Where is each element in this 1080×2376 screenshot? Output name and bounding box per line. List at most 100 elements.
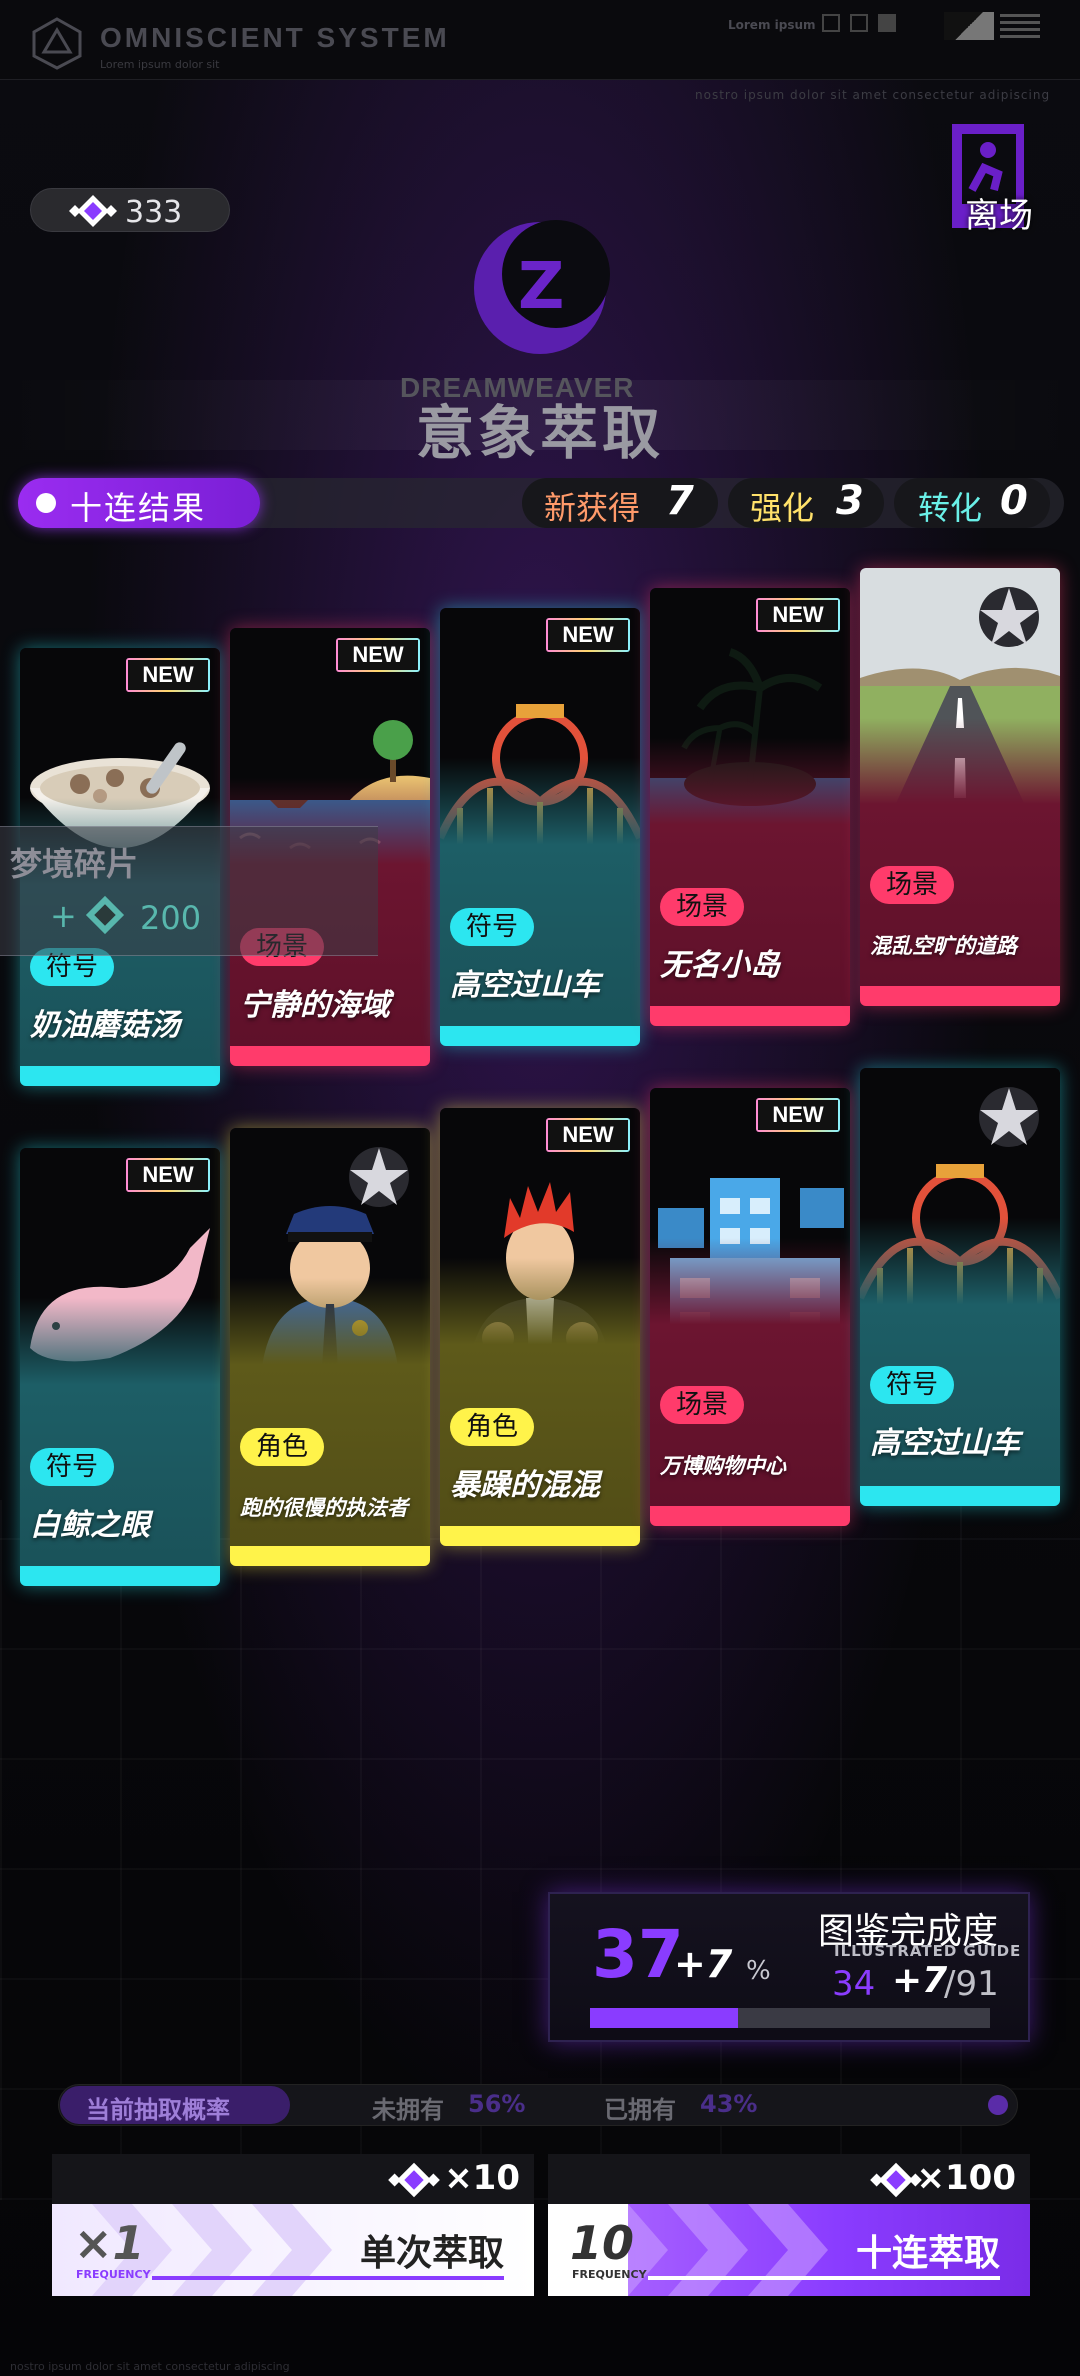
stat-label: 强化 (750, 489, 815, 527)
upgrade-star-icon (979, 587, 1039, 647)
card-tag: 角色 (240, 1428, 325, 1466)
window-fill-icon (878, 14, 896, 32)
dream-crystal-icon (69, 195, 117, 227)
draw-cost-value: ×100 (916, 2158, 1016, 2198)
fragment-plus: + (50, 897, 77, 935)
card-name: 白鲸之眼 (30, 1508, 150, 1543)
dream-crystal-icon (388, 2162, 440, 2198)
card-rarity-bar (860, 1486, 1060, 1506)
rate-indicator-dot (988, 2095, 1008, 2115)
signal-icon (944, 12, 994, 40)
window-close-icon (850, 14, 868, 32)
draw-frequency-label: FREQUENCY (572, 2268, 647, 2281)
card-rarity-bar (230, 1046, 430, 1066)
illustrated-guide-panel[interactable]: 37 +7 % 图鉴完成度 ILLUSTRATED GUIDE 34 +7 /9… (548, 1892, 1030, 2042)
card-white-whale[interactable]: NEW 符号 白鲸之眼 (20, 1148, 220, 1586)
card-tag: 场景 (660, 888, 745, 926)
upgrade-star-icon (979, 1087, 1039, 1147)
menu-lines-icon (1000, 14, 1040, 38)
currency-amount: 333 (125, 195, 183, 230)
new-badge: NEW (756, 1098, 840, 1132)
card-tag: 符号 (870, 1366, 955, 1404)
card-rarity-bar (650, 1006, 850, 1026)
guide-percent-gain: +7 (674, 1942, 733, 1986)
single-draw-button[interactable]: ×10 ×1 FREQUENCY 单次萃取 (52, 2154, 534, 2296)
ten-draw-button[interactable]: ×100 10 FREQUENCY 十连萃取 (548, 2154, 1030, 2296)
stat-enhance: 强化 3 (728, 478, 884, 528)
card-name: 高空过山车 (450, 968, 600, 1003)
upgrade-star-icon (349, 1147, 409, 1207)
rate-unowned-label: 未拥有 (372, 2096, 444, 2124)
card-name: 跑的很慢的执法者 (240, 1496, 408, 1520)
fragment-amount: 200 (140, 899, 202, 937)
card-shopping-mall[interactable]: NEW 场景 万博购物中心 (650, 1088, 850, 1526)
fragment-title: 梦境碎片 (10, 845, 139, 883)
card-name: 混乱空旷的道路 (870, 934, 1017, 958)
card-tag: 符号 (30, 1448, 115, 1486)
stat-label: 转化 (918, 489, 983, 527)
guide-progress-track (590, 2008, 990, 2028)
guide-progress-fill (590, 2008, 738, 2028)
card-nameless-island[interactable]: NEW 场景 无名小岛 (650, 588, 850, 1026)
guide-subtitle: ILLUSTRATED GUIDE (834, 1942, 1022, 1960)
system-title: OMNISCIENT SYSTEM (100, 22, 450, 53)
dreamweaver-emblem-icon: Z (474, 220, 610, 354)
card-tag: 符号 (450, 908, 535, 946)
new-badge: NEW (756, 598, 840, 632)
new-badge: NEW (126, 658, 210, 692)
draw-cost-value: ×10 (444, 2158, 520, 2198)
card-police-officer[interactable]: 角色 跑的很慢的执法者 (230, 1128, 430, 1566)
guide-percent: 37 (592, 1916, 684, 1993)
card-tag: 场景 (660, 1386, 745, 1424)
new-badge: NEW (546, 1118, 630, 1152)
draw-underline (648, 2276, 1000, 2280)
draw-cost: ×100 (548, 2154, 1030, 2204)
stat-value: 3 (836, 478, 864, 524)
card-rarity-bar (650, 1506, 850, 1526)
card-tag: 场景 (870, 866, 955, 904)
draw-frequency: ×1 (74, 2216, 145, 2270)
card-empty-road[interactable]: 场景 混乱空旷的道路 (860, 568, 1060, 1006)
new-badge: NEW (546, 618, 630, 652)
card-name: 无名小岛 (660, 948, 780, 983)
card-roller-coaster[interactable]: NEW 符号 高空过山车 (440, 608, 640, 1046)
card-name: 暴躁的混混 (450, 1468, 600, 1503)
card-name: 宁静的海域 (240, 988, 390, 1023)
draw-frequency-label: FREQUENCY (76, 2268, 151, 2281)
guide-count-gain: +7 (892, 1960, 948, 2001)
guide-percent-sign: % (746, 1956, 771, 1986)
stat-value: 7 (666, 478, 694, 524)
stat-convert: 转化 0 (894, 478, 1050, 528)
card-punk[interactable]: NEW 角色 暴躁的混混 (440, 1108, 640, 1546)
currency-display: 333 (30, 188, 230, 232)
system-ticker: nostro ipsum dolor sit amet consectetur … (695, 88, 1051, 102)
card-name: 高空过山车 (870, 1426, 1020, 1461)
stat-label: 新获得 (544, 489, 641, 527)
draw-rate-label: 当前抽取概率 (86, 2096, 230, 2124)
system-subtitle: Lorem ipsum dolor sit (100, 58, 220, 71)
dream-crystal-icon (85, 895, 125, 935)
results-label: 十连结果 (70, 489, 207, 527)
window-square-icon (822, 14, 840, 32)
exit-button[interactable]: 离场 (965, 188, 1033, 237)
draw-frequency: 10 (570, 2216, 635, 2270)
guide-count: 34 (832, 1964, 876, 2004)
dream-fragment-toast: 梦境碎片 + 200 (0, 826, 378, 956)
rate-unowned-value: 56% (468, 2090, 526, 2118)
draw-label: 单次萃取 (359, 2233, 504, 2274)
card-roller-coaster-2[interactable]: 符号 高空过山车 (860, 1068, 1060, 1506)
draw-rate-label-pill: 当前抽取概率 (60, 2086, 290, 2124)
card-name: 万博购物中心 (660, 1454, 786, 1478)
system-logo-icon (32, 17, 82, 70)
guide-total: /91 (944, 1964, 999, 2004)
results-label-pill: 十连结果 (18, 478, 260, 528)
card-rarity-bar (20, 1066, 220, 1086)
card-rarity-bar (230, 1546, 430, 1566)
card-rarity-bar (20, 1566, 220, 1586)
stat-new: 新获得 7 (522, 478, 718, 528)
new-badge: NEW (126, 1158, 210, 1192)
card-rarity-bar (860, 986, 1060, 1006)
svg-text:Z: Z (518, 250, 564, 324)
stat-value: 0 (1000, 478, 1028, 524)
rate-owned-label: 已拥有 (604, 2096, 676, 2124)
